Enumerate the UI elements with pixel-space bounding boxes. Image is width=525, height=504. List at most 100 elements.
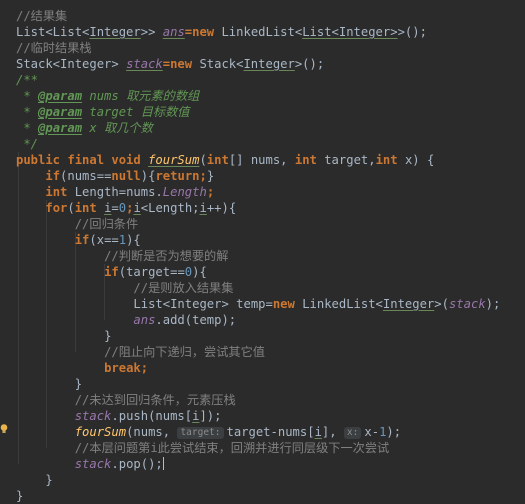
code-token: /** bbox=[16, 73, 39, 87]
code-token: int bbox=[74, 201, 105, 215]
code-token: .pop(); bbox=[111, 457, 163, 471]
code-token: 1 bbox=[118, 233, 127, 247]
code-token: ){ bbox=[192, 265, 207, 279]
code-token: (x== bbox=[89, 233, 119, 247]
code-token: } bbox=[74, 377, 83, 391]
code-line[interactable]: //未达到回归条件，元素压栈 bbox=[16, 392, 236, 408]
code-line[interactable]: List<Integer> temp=new LinkedList<Intege… bbox=[16, 296, 500, 312]
code-line[interactable]: if(target==0){ bbox=[16, 264, 207, 280]
code-line[interactable]: if(nums==null){return;} bbox=[16, 168, 214, 184]
code-line[interactable]: Stack<Integer> stack=new Stack<Integer>(… bbox=[16, 56, 324, 72]
code-token: for bbox=[45, 201, 68, 215]
code-token: [] nums, bbox=[228, 153, 295, 167]
code-token: int bbox=[294, 153, 325, 167]
code-token: LinkedList< bbox=[221, 25, 303, 39]
code-token: x) { bbox=[404, 153, 435, 167]
code-token: List<Integer> bbox=[133, 297, 237, 311]
code-line[interactable]: break; bbox=[16, 360, 148, 376]
code-token: //回归条件 bbox=[74, 217, 139, 231]
code-token: ans bbox=[133, 313, 156, 327]
code-line[interactable]: /** bbox=[16, 72, 38, 88]
code-line[interactable]: //结果集 bbox=[16, 8, 67, 24]
code-token: if bbox=[104, 265, 119, 279]
code-token: LinkedList< bbox=[302, 297, 383, 311]
code-line[interactable]: } bbox=[16, 376, 82, 392]
code-token: <Length; bbox=[140, 201, 200, 215]
code-token: ; bbox=[206, 185, 215, 199]
code-token: if bbox=[45, 169, 61, 183]
code-line[interactable]: //判断是否为想要的解 bbox=[16, 248, 228, 264]
code-token: >(); bbox=[294, 57, 325, 71]
code-token: stack bbox=[74, 409, 112, 423]
code-token: 取几个数 bbox=[104, 121, 153, 135]
code-editor[interactable]: //结果集 List<List<Integer>> ans=new LinkedL… bbox=[0, 0, 525, 503]
text-caret bbox=[162, 457, 164, 470]
code-token: if bbox=[74, 233, 90, 247]
code-token: =new bbox=[162, 57, 200, 71]
code-line[interactable]: fourSum(nums, target: target-nums[i], x: x… bbox=[16, 424, 401, 440]
code-token: ){ bbox=[126, 233, 141, 247]
code-token: i bbox=[133, 201, 141, 215]
code-token: >> bbox=[140, 25, 163, 39]
code-token: Length=nums. bbox=[74, 185, 163, 199]
code-token: ( bbox=[67, 201, 75, 215]
code-line[interactable]: //回归条件 bbox=[16, 216, 138, 232]
code-token: target-nums[ bbox=[226, 425, 315, 439]
code-token: = bbox=[111, 201, 119, 215]
code-token: //是则放入结果集 bbox=[133, 281, 234, 295]
code-token: ]); bbox=[199, 409, 222, 423]
code-token: (nums== bbox=[60, 169, 112, 183]
lightbulb-icon[interactable] bbox=[0, 424, 8, 434]
code-token: ++){ bbox=[206, 201, 237, 215]
code-token: //未达到回归条件，元素压栈 bbox=[74, 393, 236, 407]
code-line[interactable]: ans.add(temp); bbox=[16, 312, 236, 328]
code-token: stack bbox=[74, 457, 112, 471]
code-line[interactable]: //阻止向下递归，尝试其它值 bbox=[16, 344, 265, 360]
code-line[interactable]: } bbox=[16, 488, 23, 504]
code-token: >(); bbox=[397, 25, 427, 39]
code-line[interactable]: * @param nums 取元素的数组 bbox=[16, 88, 199, 104]
code-line[interactable]: */ bbox=[16, 136, 38, 152]
code-token: >( bbox=[434, 297, 449, 311]
code-token: nums bbox=[82, 89, 127, 103]
code-line[interactable]: stack.push(nums[i]); bbox=[16, 408, 222, 424]
code-token: ); bbox=[485, 297, 501, 311]
code-token: int bbox=[45, 185, 75, 199]
code-token: break; bbox=[104, 361, 149, 375]
code-line[interactable]: //临时结果栈 bbox=[16, 40, 92, 56]
code-line[interactable]: } bbox=[16, 328, 111, 344]
code-line[interactable]: * @param x 取几个数 bbox=[16, 120, 153, 136]
code-line[interactable]: //是则放入结果集 bbox=[16, 280, 233, 296]
code-line[interactable]: int Length=nums.Length; bbox=[16, 184, 214, 200]
code-line[interactable]: List<List<Integer>> ans=new LinkedList<L… bbox=[16, 24, 427, 40]
code-token: fourSum bbox=[148, 153, 200, 167]
code-line[interactable]: public final void fourSum(int[] nums, in… bbox=[16, 152, 434, 168]
code-line[interactable]: stack.pop(); bbox=[16, 456, 164, 472]
code-token: target, bbox=[324, 153, 376, 167]
code-token: x bbox=[82, 121, 105, 135]
code-token: =new bbox=[184, 25, 222, 39]
code-line[interactable]: for(int i=0;i<Length;i++){ bbox=[16, 200, 236, 216]
code-token: } bbox=[104, 329, 112, 343]
code-line[interactable]: * @param target 目标数值 bbox=[16, 104, 189, 120]
code-token: x- bbox=[364, 425, 380, 439]
code-line[interactable]: } bbox=[16, 472, 52, 488]
code-line[interactable]: //本层问题第i此尝试结束，回溯并进行同层级下一次尝试 bbox=[16, 440, 390, 456]
code-line[interactable]: if(x==1){ bbox=[16, 232, 141, 248]
code-token: * bbox=[16, 105, 39, 119]
